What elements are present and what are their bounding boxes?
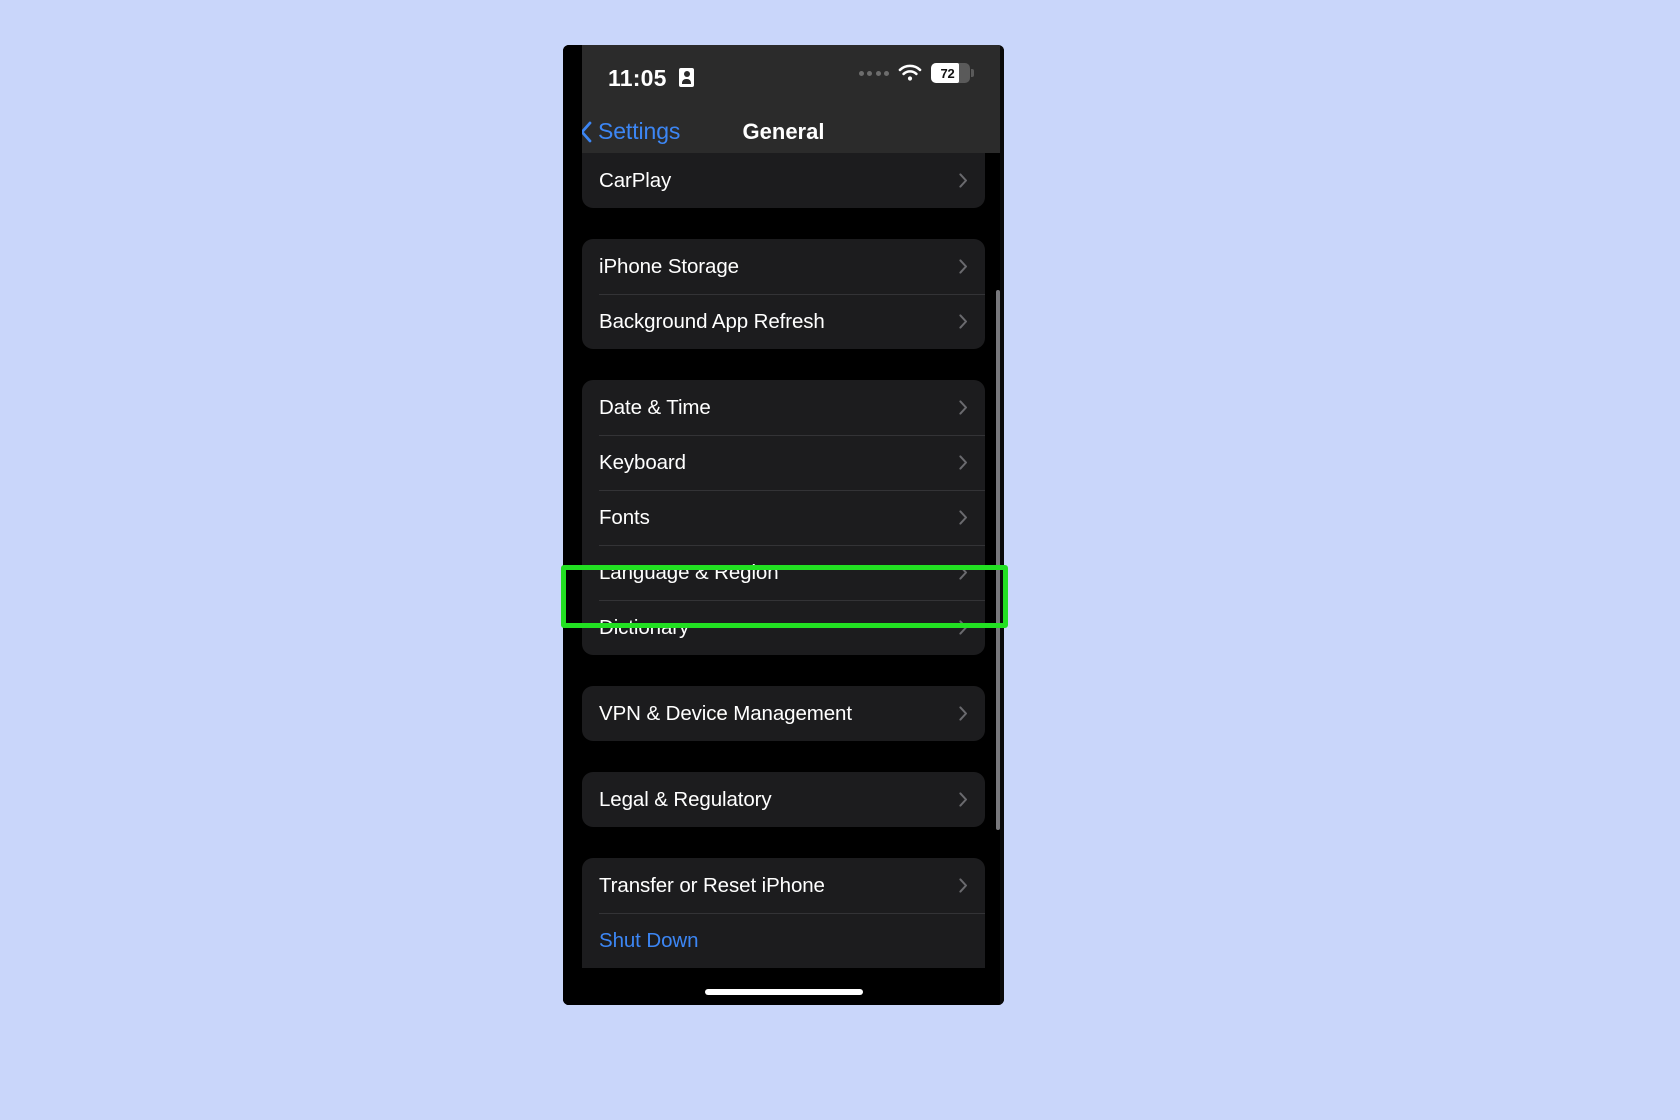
page-title: General [742, 119, 825, 144]
settings-row-label: Language & Region [599, 560, 779, 584]
settings-row-carplay[interactable]: CarPlay [582, 153, 985, 208]
scrollbar-thumb[interactable] [996, 290, 1000, 830]
localization-group: Date & Time Keyboard Fonts Language & Regio… [582, 380, 985, 655]
reset-group: Transfer or Reset iPhone Shut Down [582, 858, 985, 968]
settings-row-label: Date & Time [599, 395, 711, 419]
settings-row-shut-down[interactable]: Shut Down [582, 913, 985, 968]
settings-row-label: CarPlay [599, 168, 672, 192]
settings-row-label: Transfer or Reset iPhone [599, 873, 825, 897]
settings-row-label: Fonts [599, 505, 650, 529]
battery-indicator: 72 [931, 63, 974, 83]
settings-row-language-and-region[interactable]: Language & Region [582, 545, 985, 600]
status-bar-clock: 11:05 [608, 65, 667, 91]
settings-row-label: Background App Refresh [599, 309, 825, 333]
settings-row-label: VPN & Device Management [599, 701, 852, 725]
chevron-right-icon [959, 620, 968, 635]
settings-row-keyboard[interactable]: Keyboard [582, 435, 985, 490]
settings-row-label: Keyboard [599, 450, 686, 474]
settings-row-label: iPhone Storage [599, 254, 739, 278]
settings-row-date-and-time[interactable]: Date & Time [582, 380, 985, 435]
settings-row-legal-and-regulatory[interactable]: Legal & Regulatory [582, 772, 985, 827]
phone-device-frame: 11:05 72 Settings General CarPlay iPhone… [563, 45, 1004, 1005]
carplay-group: CarPlay [582, 153, 985, 208]
scrollbar[interactable] [996, 290, 1000, 830]
storage-group: iPhone Storage Background App Refresh [582, 239, 985, 349]
status-bar-indicators: 72 [858, 63, 974, 83]
chevron-right-icon [959, 878, 968, 893]
chevron-right-icon [959, 314, 968, 329]
chevron-right-icon [959, 173, 968, 188]
settings-row-label: Shut Down [599, 928, 699, 952]
chevron-right-icon [959, 259, 968, 274]
settings-row-fonts[interactable]: Fonts [582, 490, 985, 545]
settings-row-iphone-storage[interactable]: iPhone Storage [582, 239, 985, 294]
settings-row-background-app-refresh[interactable]: Background App Refresh [582, 294, 985, 349]
chevron-right-icon [959, 565, 968, 580]
home-indicator [704, 989, 863, 995]
wifi-icon [898, 64, 922, 82]
settings-row-label: Dictionary [599, 615, 690, 639]
settings-row-vpn-and-device-management[interactable]: VPN & Device Management [582, 686, 985, 741]
status-bar: 11:05 72 [563, 45, 1004, 109]
settings-row-label: Legal & Regulatory [599, 787, 772, 811]
chevron-right-icon [959, 510, 968, 525]
navigation-bar: Settings General [563, 109, 1004, 153]
settings-row-dictionary[interactable]: Dictionary [582, 600, 985, 655]
chevron-right-icon [959, 455, 968, 470]
vpn-group: VPN & Device Management [582, 686, 985, 741]
battery-percent-label: 72 [940, 65, 955, 81]
settings-scroll-list[interactable]: CarPlay iPhone Storage Background App Refr… [563, 153, 1004, 1005]
chevron-right-icon [959, 792, 968, 807]
settings-row-transfer-or-reset-iphone[interactable]: Transfer or Reset iPhone [582, 858, 985, 913]
id-badge-icon [679, 68, 694, 87]
signal-dots-icon [858, 70, 889, 76]
battery-cap [971, 69, 974, 77]
chevron-right-icon [959, 400, 968, 415]
legal-group: Legal & Regulatory [582, 772, 985, 827]
chevron-right-icon [959, 706, 968, 721]
